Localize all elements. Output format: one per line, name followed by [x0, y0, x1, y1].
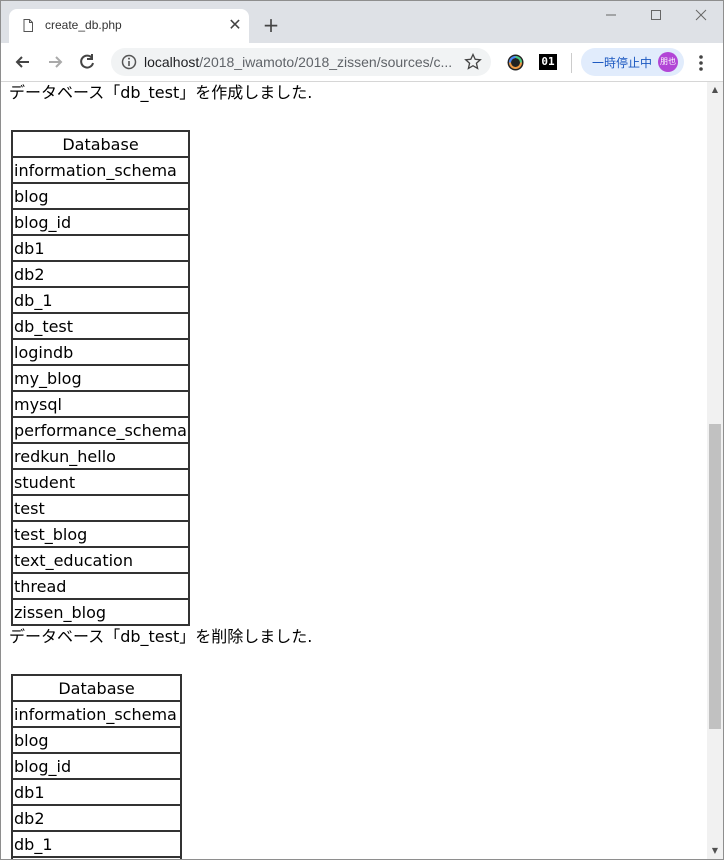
table-row: information_schema	[12, 157, 189, 183]
table-row: test_blog	[12, 521, 189, 547]
table-cell: student	[12, 469, 189, 495]
table-row: logindb	[12, 339, 189, 365]
page-content: データベース「db_test」を作成しました. Database informa…	[1, 82, 707, 859]
table-row: db1	[12, 235, 189, 261]
table-cell: text_education	[12, 547, 189, 573]
more-menu-icon[interactable]	[693, 53, 709, 73]
maximize-icon[interactable]	[646, 7, 666, 27]
table-row: blog_id	[12, 753, 181, 779]
table-cell: blog	[12, 727, 181, 753]
table-cell: thread	[12, 573, 189, 599]
close-window-icon[interactable]	[691, 7, 711, 27]
table-cell: information_schema	[12, 701, 181, 727]
table-row: zissen_blog	[12, 599, 189, 625]
new-tab-icon[interactable]: +	[261, 15, 281, 35]
toolbar-divider	[571, 53, 572, 73]
table-row: thread	[12, 573, 189, 599]
table-row: db_test	[12, 313, 189, 339]
table-cell: db2	[12, 805, 181, 831]
color-extension-icon[interactable]	[507, 54, 524, 71]
table-row: db_1	[12, 831, 181, 857]
forward-arrow-icon[interactable]	[45, 52, 65, 72]
table-cell: performance_schema	[12, 417, 189, 443]
scroll-up-arrow-icon[interactable]: ▲	[707, 82, 723, 98]
url-path: /2018_iwamoto/2018_zissen/sources/c...	[199, 54, 453, 70]
tab-strip: create_db.php ✕ +	[1, 1, 723, 43]
table-row: db2	[12, 805, 181, 831]
back-arrow-icon[interactable]	[13, 52, 33, 72]
table-cell: my_blog	[12, 365, 189, 391]
table-cell: logindb	[12, 339, 189, 365]
table-cell: redkun_hello	[12, 443, 189, 469]
table-row: mysql	[12, 391, 189, 417]
section-deleted: データベース「db_test」を削除しました. Database informa…	[9, 626, 312, 859]
address-bar[interactable]: localhost/2018_iwamoto/2018_zissen/sourc…	[111, 48, 491, 76]
table-row: blog	[12, 183, 189, 209]
table-cell: zissen_blog	[12, 599, 189, 625]
table-row: redkun_hello	[12, 443, 189, 469]
reload-icon[interactable]	[77, 52, 97, 72]
url-host: localhost	[144, 54, 200, 70]
page-body: データベース「db_test」を作成しました. Database informa…	[9, 82, 312, 859]
minimize-icon[interactable]	[601, 7, 621, 27]
table-cell: information_schema	[12, 157, 189, 183]
table-row: student	[12, 469, 189, 495]
bookmark-star-icon[interactable]	[464, 53, 482, 71]
vertical-scrollbar[interactable]: ▲ ▼	[707, 82, 723, 859]
table-row: db_1	[12, 287, 189, 313]
table-row: text_education	[12, 547, 189, 573]
table-row: db1	[12, 779, 181, 805]
table-row: db2	[12, 261, 189, 287]
table-cell: db2	[12, 261, 189, 287]
table-row: test	[12, 495, 189, 521]
info-icon[interactable]	[121, 54, 137, 70]
table-row: information_schema	[12, 701, 181, 727]
table-row: my_blog	[12, 365, 189, 391]
close-tab-icon[interactable]: ✕	[227, 17, 243, 33]
table-cell	[12, 857, 181, 859]
avatar: 朋也	[658, 52, 678, 72]
table-cell: db_1	[12, 831, 181, 857]
table-cell: db_1	[12, 287, 189, 313]
url-text[interactable]: localhost/2018_iwamoto/2018_zissen/sourc…	[144, 54, 454, 70]
created-message: データベース「db_test」を作成しました.	[9, 83, 313, 102]
profile-status-label: 一時停止中	[592, 56, 653, 70]
table-row: blog	[12, 727, 181, 753]
page-icon	[23, 19, 33, 32]
table-row: blog_id	[12, 209, 189, 235]
table-header: Database	[12, 131, 189, 157]
table-cell: test	[12, 495, 189, 521]
scroll-thumb[interactable]	[709, 424, 721, 729]
tab-title: create_db.php	[45, 18, 122, 32]
table-cell: mysql	[12, 391, 189, 417]
section-created: データベース「db_test」を作成しました. Database informa…	[9, 82, 312, 626]
scroll-down-arrow-icon[interactable]: ▼	[707, 843, 723, 859]
table-header: Database	[12, 675, 181, 701]
table-row: performance_schema	[12, 417, 189, 443]
database-table: Database information_schema blog blog_id db…	[11, 674, 182, 859]
browser-window: create_db.php ✕ + localhost/2018_iwamoto…	[0, 0, 724, 860]
profile-button[interactable]: 一時停止中 朋也	[581, 48, 684, 76]
database-table: Database information_schema blog blog_id db…	[11, 130, 190, 626]
table-cell: blog_id	[12, 753, 181, 779]
deleted-message: データベース「db_test」を削除しました.	[9, 627, 313, 646]
toolbar: localhost/2018_iwamoto/2018_zissen/sourc…	[1, 43, 723, 82]
table-cell: db1	[12, 235, 189, 261]
table-cell: db_test	[12, 313, 189, 339]
table-row	[12, 857, 181, 859]
table-cell: blog_id	[12, 209, 189, 235]
binary-extension-icon[interactable]: 01	[539, 54, 557, 70]
tab-create-db[interactable]: create_db.php ✕	[9, 9, 249, 43]
table-cell: db1	[12, 779, 181, 805]
table-cell: blog	[12, 183, 189, 209]
table-cell: test_blog	[12, 521, 189, 547]
